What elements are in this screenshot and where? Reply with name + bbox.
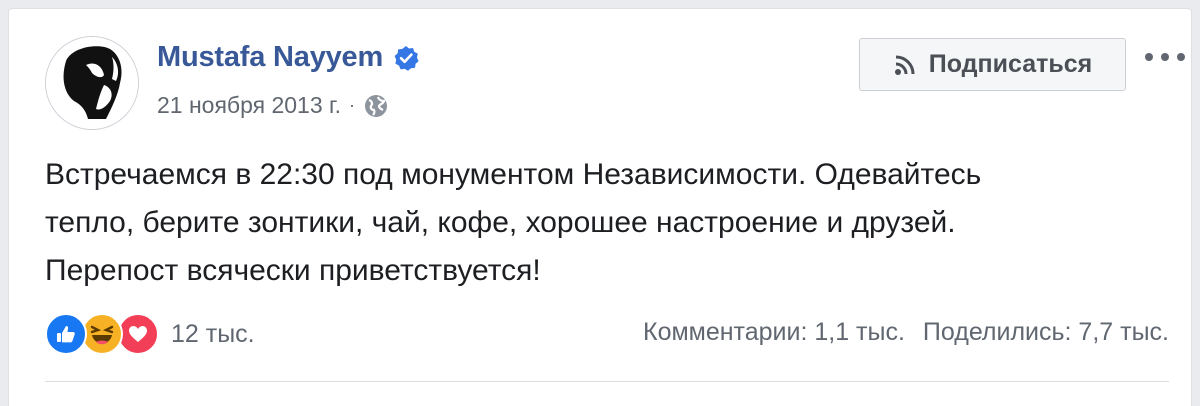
shares-count-link[interactable]: Поделились: 7,7 тыс. [923, 318, 1169, 347]
avatar[interactable] [45, 36, 139, 130]
engagement-stats: Комментарии: 1,1 тыс. Поделились: 7,7 ты… [643, 318, 1169, 347]
avatar-image [46, 37, 138, 129]
reaction-count[interactable]: 12 тыс. [171, 320, 255, 349]
love-reaction-icon [117, 313, 159, 355]
more-dot [1177, 53, 1185, 61]
verified-badge-icon [393, 45, 419, 71]
post-meta: 21 ноября 2013 г. · [157, 92, 389, 119]
divider [45, 381, 1169, 382]
comments-count-link[interactable]: Комментарии: 1,1 тыс. [643, 318, 905, 347]
author-name[interactable]: Mustafa Nayyem [157, 41, 383, 74]
post-text: Встречаемся в 22:30 под монументом Незав… [45, 158, 982, 287]
follow-label: Подписаться [928, 50, 1093, 78]
post-card: Mustafa Nayyem 21 ноября 2013 г. · Подпи… [8, 8, 1192, 406]
more-dot [1161, 53, 1169, 61]
author-header: Mustafa Nayyem [157, 41, 419, 74]
more-options-icon[interactable] [1145, 45, 1185, 69]
rss-icon [893, 53, 917, 77]
reactions-summary[interactable]: 12 тыс. [45, 313, 255, 355]
reaction-icons [45, 313, 159, 355]
post-date[interactable]: 21 ноября 2013 г. [157, 92, 341, 119]
follow-button[interactable]: Подписаться [859, 38, 1126, 91]
haha-reaction-icon [81, 313, 123, 355]
more-dot [1145, 53, 1153, 61]
globe-icon[interactable] [363, 93, 389, 119]
meta-separator: · [349, 95, 355, 115]
like-reaction-icon [45, 313, 87, 355]
stats-gap [905, 318, 923, 347]
